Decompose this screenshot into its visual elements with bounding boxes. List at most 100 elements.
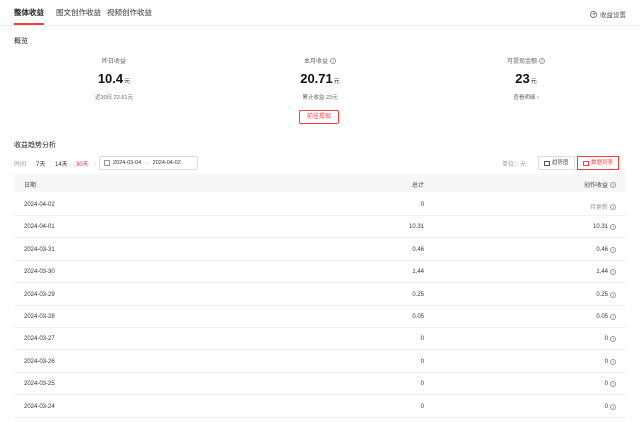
help-icon[interactable]: ? [610,314,616,320]
help-icon[interactable]: ? [610,269,616,276]
row-creation-revenue: 1.44? [596,269,616,276]
row-creation-value: 0.25 [596,291,608,298]
row-creation-value: 0.05 [596,314,608,320]
data-list-button[interactable]: 数据列表 [577,156,620,170]
trend-chart-label: 趋势图 [552,160,569,166]
top-tab-bar: 整体收益 图文创作收益 视频创作收益 收益设置 [0,0,640,26]
last-30-days-revenue: 近30日 22.61元 [95,95,133,101]
month-revenue-unit: 元 [333,79,340,85]
row-date: 2024-03-29 [24,291,55,298]
tab-video-revenue[interactable]: 视频创作收益 [107,7,152,18]
table-header: 日期 总计 创作收益 ? [14,174,626,192]
range-14-days[interactable]: 14天 [55,159,68,168]
withdraw-button[interactable]: 前往提现 [299,110,339,124]
calendar-icon [104,160,110,166]
row-date: 2024-04-02 [24,202,55,208]
view-details-link[interactable]: 查看明细 › [456,93,596,101]
chart-icon [544,160,550,166]
row-creation-revenue: 0? [604,381,616,388]
help-icon[interactable]: ? [330,57,336,64]
yesterday-revenue-unit: 元 [124,79,131,85]
help-icon[interactable]: ? [610,181,616,188]
row-creation-value: 0 [604,403,608,410]
help-icon[interactable]: ? [610,246,616,253]
row-date: 2024-03-28 [24,314,55,320]
column-creation-revenue: 创作收益 ? [584,180,616,189]
table-row: 2024-03-30 1.44 1.44? [14,261,626,284]
row-total: 1.44 [412,269,424,276]
table-row: 2024-03-27 0 0? [14,328,626,351]
help-icon[interactable]: ? [610,403,616,410]
time-label: 时间 [14,162,27,168]
table-row: 2024-03-26 0 0? [14,351,626,373]
revenue-settings-label: 收益设置 [600,12,626,19]
row-creation-revenue: 0.46? [596,246,616,253]
row-total: 0 [420,202,424,208]
row-creation-value: 10.31 [592,224,608,231]
row-date: 2024-03-25 [24,381,55,388]
help-icon[interactable]: ? [610,291,616,298]
column-date: 日期 [24,183,37,189]
revenue-settings-link[interactable]: 收益设置 [590,9,626,19]
row-total: 0 [420,381,424,388]
tab-article-revenue[interactable]: 图文创作收益 [56,7,101,18]
yesterday-revenue-card: 昨日收益 10.4元 近30日 22.61元 [44,56,184,101]
table-row: 2024-04-02 0 待更新? [14,194,626,216]
table-row: 2024-03-25 0 0? [14,373,626,396]
range-30-days[interactable]: 30天 [76,159,89,168]
row-creation-value: 1.44 [596,269,608,276]
help-icon[interactable]: ? [610,381,616,388]
row-creation-value: 待更新 [589,205,608,211]
date-separator: → [144,160,150,166]
list-icon [583,160,589,166]
data-list-label: 数据列表 [591,160,614,166]
row-creation-revenue: 0.05? [596,314,616,320]
trend-chart-button[interactable]: 趋势图 [538,156,575,170]
row-date: 2024-03-26 [24,358,55,365]
row-creation-revenue: 待更新? [590,202,616,211]
row-total: 10.31 [408,224,424,231]
row-creation-value: 0 [604,381,608,388]
date-end: 2024-04-02 [152,160,181,166]
row-creation-value: 0 [604,336,608,343]
help-icon[interactable]: ? [610,224,616,231]
yesterday-revenue-label: 昨日收益 [101,59,126,65]
help-icon[interactable]: ? [610,203,616,210]
row-creation-value: 0 [604,358,608,365]
row-total: 0 [420,336,424,343]
row-total: 0.05 [412,314,424,320]
withdrawable-unit: 元 [530,79,537,85]
row-date: 2024-03-24 [24,403,55,410]
row-date: 2024-03-30 [24,269,55,276]
help-icon[interactable]: ? [610,336,616,343]
tab-overall-revenue[interactable]: 整体收益 [14,7,44,18]
row-date: 2024-03-31 [24,246,55,253]
row-total: 0 [420,403,424,410]
table-row: 2024-03-31 0.46 0.46? [14,239,626,261]
month-revenue-value: 20.71 [300,71,333,86]
active-tab-indicator [14,23,44,25]
withdrawable-value: 23 [515,71,530,86]
row-date: 2024-04-01 [24,224,55,231]
row-creation-value: 0.46 [596,246,608,253]
table-row: 2024-03-29 0.25 0.25? [14,284,626,306]
gear-icon [590,10,597,18]
help-icon[interactable]: ? [610,358,616,365]
date-range-picker[interactable]: 2024-03-04 → 2024-04-02 [99,156,198,170]
row-creation-revenue: 0? [604,358,616,365]
row-creation-revenue: 0? [604,336,616,343]
table-row: 2024-03-28 0.05 0.05? [14,306,626,328]
row-creation-revenue: 0? [604,403,616,410]
column-total: 总计 [411,183,424,189]
range-7-days[interactable]: 7天 [36,159,45,168]
date-start: 2024-03-04 [113,160,142,166]
month-revenue-card: 本月收益? 20.71元 累计收益 23元 [250,56,390,101]
row-creation-revenue: 0.25? [596,291,616,298]
trend-title: 收益趋势分析 [14,142,56,149]
trend-toolbar: 时间 7天 14天 30天 2024-03-04 → 2024-04-02 单位… [14,156,626,170]
row-total: 0.46 [412,246,424,253]
row-total: 0 [420,358,424,365]
help-icon[interactable]: ? [539,57,545,64]
month-revenue-label: 本月收益 [303,59,328,65]
withdrawable-card: 可提现金额? 23元 查看明细 › [456,56,596,101]
